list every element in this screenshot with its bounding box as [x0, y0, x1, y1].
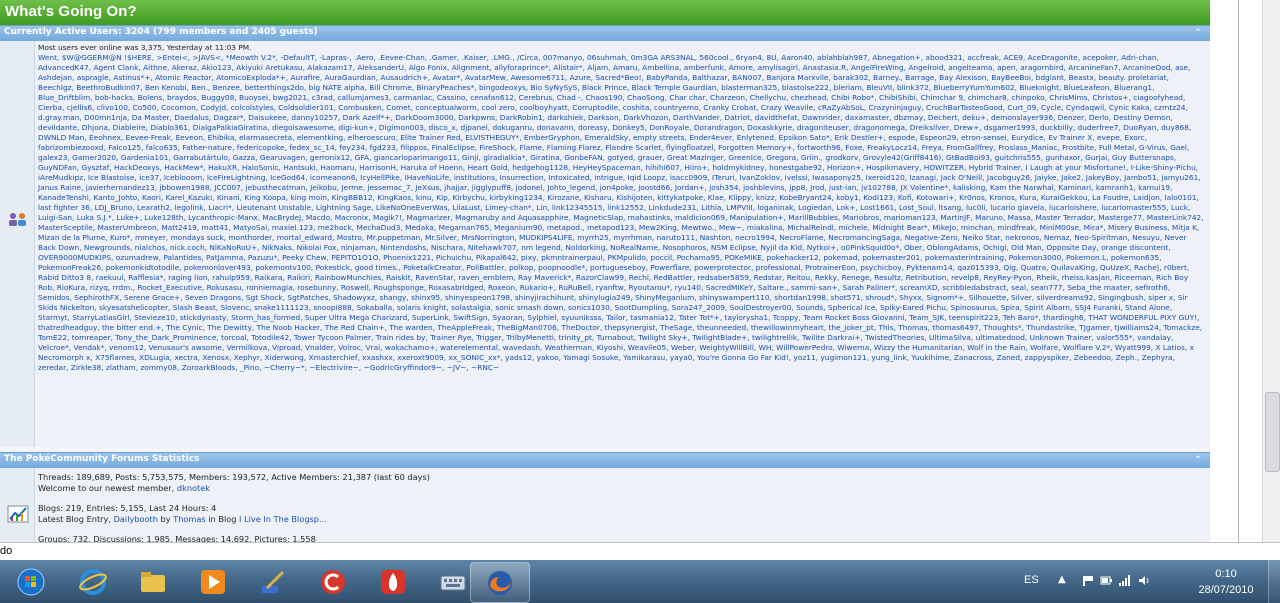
taskbar-app[interactable] [364, 562, 422, 601]
latest-blog-by: by [157, 514, 174, 524]
active-users-content: Most users ever online was 3,375, Yester… [38, 43, 1204, 373]
flag-icon[interactable] [1082, 575, 1094, 586]
start-button[interactable] [2, 562, 60, 601]
most-users-ever: Most users ever online was 3,375, Yester… [38, 43, 252, 52]
users-icon [9, 213, 26, 226]
blogs-stats: Blogs: 219, Entries: 5,155, Last 24 Hour… [38, 503, 217, 513]
taskbar-ccleaner[interactable] [304, 562, 362, 601]
battery-icon[interactable] [1100, 575, 1112, 586]
forum-page: What's Going On? Currently Active Users:… [0, 0, 1210, 542]
keyboard-icon [440, 575, 466, 591]
latest-blog-author-link[interactable]: Thomas [173, 514, 205, 524]
newest-member-link[interactable]: dknotek [177, 483, 210, 493]
show-hidden-icons[interactable]: ▲ [1058, 574, 1066, 585]
active-users-block: Most users ever online was 3,375, Yester… [0, 41, 1210, 447]
volume-icon[interactable] [1138, 575, 1150, 586]
online-user-list[interactable]: Went, $W@GGERM@N !$HERE, >Entei<, >JAVS<… [38, 53, 1204, 373]
latest-blog-link[interactable]: I Live In The Blogsp... [239, 514, 327, 524]
firefox-icon [488, 571, 512, 595]
latest-blog-line: Latest Blog Entry, Dailybooth by Thomas … [38, 514, 1204, 525]
system-clock[interactable]: 0:10 28/07/2010 [1196, 566, 1256, 598]
section-title: What's Going On? [5, 3, 137, 20]
latest-blog-title-link[interactable]: Dailybooth [114, 514, 158, 524]
stats-chart-icon [7, 505, 29, 523]
taskbar-paint[interactable] [244, 562, 302, 601]
language-indicator[interactable]: ES [1024, 574, 1039, 586]
newest-member-line: Welcome to our newest member, dknotek [38, 483, 1204, 494]
folder-icon [141, 572, 165, 592]
vertical-scrollbar[interactable] [1262, 0, 1280, 542]
windows-taskbar: ES ▲ 0:10 28/07/2010 [0, 560, 1280, 603]
taskbar-firefox[interactable] [470, 562, 530, 603]
browser-status-bar: do [0, 542, 1280, 561]
show-desktop-button[interactable] [1268, 560, 1280, 603]
collapse-icon[interactable]: ⌃ [1192, 454, 1204, 466]
active-users-header[interactable]: Currently Active Users: 3204 (799 member… [0, 25, 1210, 41]
groups-stats: Groups: 732, Discussions: 1,985, Message… [38, 534, 316, 542]
collapse-icon[interactable]: ⌃ [1192, 27, 1204, 39]
latest-blog-prefix: Latest Blog Entry, [38, 514, 114, 524]
latest-blog-in: in Blog [205, 514, 240, 524]
active-users-title[interactable]: Currently Active Users: 3204 (799 member… [4, 27, 318, 37]
threads-stats: Threads: 189,689, Posts: 5,753,575, Memb… [38, 472, 430, 482]
whats-going-on-header: What's Going On? [0, 0, 1210, 25]
paint-brush-icon [262, 570, 285, 593]
taskbar-explorer[interactable] [124, 562, 182, 601]
clock-time: 0:10 [1215, 568, 1237, 580]
forum-stats-content: Threads: 189,689, Posts: 5,753,575, Memb… [38, 472, 1204, 542]
icon-column [0, 41, 35, 447]
taskbar-ie[interactable] [64, 562, 122, 601]
right-gutter [1210, 0, 1262, 542]
flame-app-icon [381, 570, 405, 594]
clock-date: 28/07/2010 [1198, 584, 1254, 596]
windows-orb-icon [17, 568, 45, 596]
internet-explorer-icon [79, 569, 107, 595]
welcome-text: Welcome to our newest member, [38, 483, 177, 493]
forum-stats-header[interactable]: The PokéCommunity Forums Statistics ⌃ [0, 452, 1210, 468]
scrollbar-thumb[interactable] [1265, 392, 1280, 472]
ccleaner-icon [321, 570, 345, 594]
icon-column [0, 468, 35, 542]
divider [1238, 0, 1239, 542]
taskbar-media[interactable] [184, 562, 242, 601]
forum-stats-title[interactable]: The PokéCommunity Forums Statistics [4, 454, 200, 464]
network-signal-icon[interactable] [1118, 575, 1130, 586]
status-text: do [0, 545, 13, 557]
forum-stats-block: Threads: 189,689, Posts: 5,753,575, Memb… [0, 468, 1210, 542]
media-player-icon [201, 570, 225, 594]
